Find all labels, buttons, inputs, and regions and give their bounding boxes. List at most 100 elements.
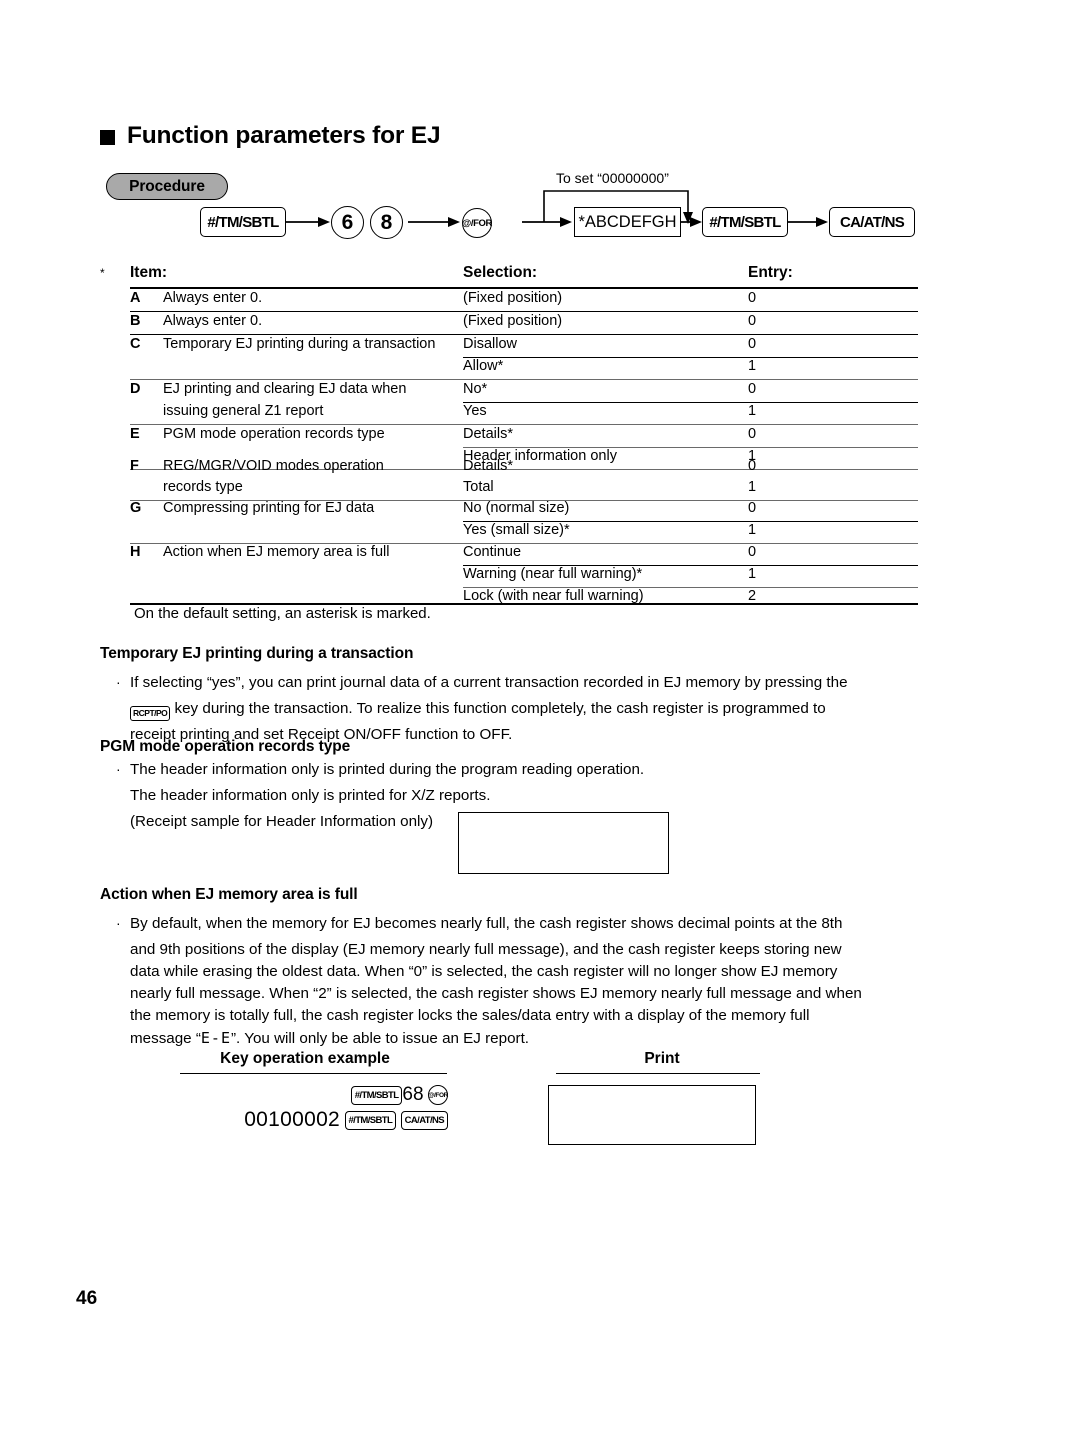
procedure-flow-diagram: To set “00000000” #/TM/SBTL 6 8 @/FOR *A… — [0, 160, 1080, 252]
row-description: Always enter 0. — [163, 313, 263, 329]
pgm-mode-line2: The header information only is printed f… — [130, 787, 491, 804]
row-letter: E — [130, 426, 140, 442]
pgm-mode-line1: The header information only is printed d… — [130, 761, 645, 778]
column-header-entry: Entry: — [748, 264, 793, 281]
memory-full-line6-post: ”. You will only be able to issue an EJ … — [231, 1030, 530, 1047]
row-entry: 0 — [748, 381, 757, 397]
flow-key-abcdefgh[interactable]: *ABCDEFGH — [574, 207, 681, 237]
row-entry: 0 — [748, 426, 757, 442]
row-description-cont: issuing general Z1 report — [163, 403, 324, 419]
flow-key-tm-sbtl-2[interactable]: #/TM/SBTL — [702, 207, 788, 237]
table-rule — [130, 311, 918, 313]
key-sequence-line-2: 00100002 #/TM/SBTL CA/AT/NS — [228, 1108, 448, 1132]
subheading-pgm-mode: PGM mode operation records type — [100, 738, 351, 755]
row-letter: G — [130, 500, 142, 516]
row-entry: 1 — [748, 522, 757, 538]
row-selection: (Fixed position) — [463, 313, 563, 329]
paragraph-pgm-mode: · The header information only is printed… — [116, 757, 930, 783]
row-selection: Yes (small size)* — [463, 522, 570, 538]
row-entry: 0 — [748, 500, 757, 516]
key-at-for[interactable]: @/FOR — [428, 1085, 448, 1105]
row-selection: Yes — [463, 403, 487, 419]
row-letter: D — [130, 381, 141, 397]
row-entry: 1 — [748, 479, 757, 495]
page-title: Function parameters for EJ — [127, 122, 441, 149]
row-letter: H — [130, 544, 141, 560]
row-selection: No (normal size) — [463, 500, 570, 516]
section-heading: Function parameters for EJ — [100, 122, 441, 150]
key-tm-sbtl[interactable]: #/TM/SBTL — [344, 1110, 397, 1130]
row-description: EJ printing and clearing EJ data when — [163, 381, 407, 397]
memory-full-line6-wrap: message “E-E”. You will only be able to … — [130, 1025, 529, 1052]
key-entry-value: 00100002 — [244, 1108, 341, 1131]
flow-key-ca-at-ns[interactable]: CA/AT/NS — [829, 207, 915, 237]
row-entry: 0 — [748, 290, 757, 306]
key-operation-heading: Key operation example — [220, 1050, 390, 1067]
row-letter: B — [130, 313, 141, 329]
subheading-memory-full: Action when EJ memory area is full — [100, 886, 358, 903]
key-number-68: 68 — [402, 1084, 424, 1105]
memory-full-line6-pre: message “ — [130, 1030, 201, 1047]
row-selection: No* — [463, 381, 488, 397]
row-selection: Allow* — [463, 358, 504, 374]
memory-full-display-glyph: E-E — [200, 1029, 231, 1047]
flow-key-at-for[interactable]: @/FOR — [462, 208, 492, 238]
row-selection: (Fixed position) — [463, 290, 563, 306]
row-selection: Warning (near full warning)* — [463, 566, 643, 582]
row-entry: 0 — [748, 544, 757, 560]
memory-full-line1: By default, when the memory for EJ becom… — [130, 915, 843, 932]
row-entry: 1 — [748, 358, 757, 374]
row-letter: F — [130, 458, 139, 474]
row-selection: Continue — [463, 544, 522, 560]
table-subrule — [463, 402, 918, 404]
table-rule — [130, 334, 918, 336]
bullet-square-icon — [100, 130, 115, 145]
row-selection: Details* — [463, 458, 513, 474]
row-description-cont: records type — [163, 479, 243, 495]
row-description: REG/MGR/VOID modes operation — [163, 458, 384, 474]
row-selection: Disallow — [463, 336, 517, 352]
row-entry: 0 — [748, 336, 757, 352]
row-description: Always enter 0. — [163, 290, 263, 306]
receipt-sample-box — [458, 812, 669, 874]
key-sequence-line-1: #/TM/SBTL 68 @/FOR — [270, 1084, 448, 1106]
table-footnote: On the default setting, an asterisk is m… — [134, 605, 431, 622]
row-entry: 0 — [748, 313, 757, 329]
key-operation-rule — [180, 1073, 447, 1075]
bullet-dot-icon: · — [116, 915, 121, 931]
row-selection: Details* — [463, 426, 513, 442]
paragraph-temporary-ej: · If selecting “yes”, you can print jour… — [116, 670, 930, 696]
bullet-dot-icon: · — [116, 761, 121, 777]
page-number: 46 — [76, 1288, 98, 1309]
row-selection: Total — [463, 479, 494, 495]
pgm-mode-line3: (Receipt sample for Header Information o… — [130, 813, 434, 830]
row-letter: A — [130, 290, 141, 306]
row-description: Compressing printing for EJ data — [163, 500, 375, 516]
temporary-ej-line2: key during the transaction. To realize t… — [174, 700, 826, 717]
row-description: Action when EJ memory area is full — [163, 544, 390, 560]
table-subrule — [463, 357, 918, 359]
document-page: Function parameters for EJ Procedure To … — [0, 0, 1080, 1430]
flow-connector-lines — [285, 190, 828, 227]
rcpt-po-key-icon[interactable]: RCPT/PO — [130, 705, 171, 721]
key-ca-at-ns[interactable]: CA/AT/NS — [400, 1110, 448, 1130]
key-tm-sbtl[interactable]: #/TM/SBTL — [350, 1085, 403, 1105]
subheading-temporary-ej: Temporary EJ printing during a transacti… — [100, 645, 414, 662]
row-description: PGM mode operation records type — [163, 426, 385, 442]
paragraph-memory-full: · By default, when the memory for EJ bec… — [116, 911, 950, 937]
print-sample-box — [548, 1085, 756, 1145]
flow-key-tm-sbtl-1[interactable]: #/TM/SBTL — [200, 207, 286, 237]
temporary-ej-line2-wrap: RCPT/PO key during the transaction. To r… — [130, 696, 930, 722]
column-header-item: Item: — [130, 264, 168, 281]
flow-key-digit-6[interactable]: 6 — [331, 206, 364, 239]
column-header-selection: Selection: — [463, 264, 538, 281]
row-entry: 1 — [748, 566, 757, 582]
flow-key-digit-8[interactable]: 8 — [370, 206, 403, 239]
temporary-ej-line1: If selecting “yes”, you can print journa… — [130, 674, 848, 691]
row-letter: C — [130, 336, 141, 352]
print-rule — [556, 1073, 760, 1075]
row-selection: Lock (with near full warning) — [463, 588, 644, 604]
bullet-dot-icon: · — [116, 674, 121, 690]
row-description: Temporary EJ printing during a transacti… — [163, 336, 436, 352]
print-heading: Print — [644, 1050, 680, 1067]
